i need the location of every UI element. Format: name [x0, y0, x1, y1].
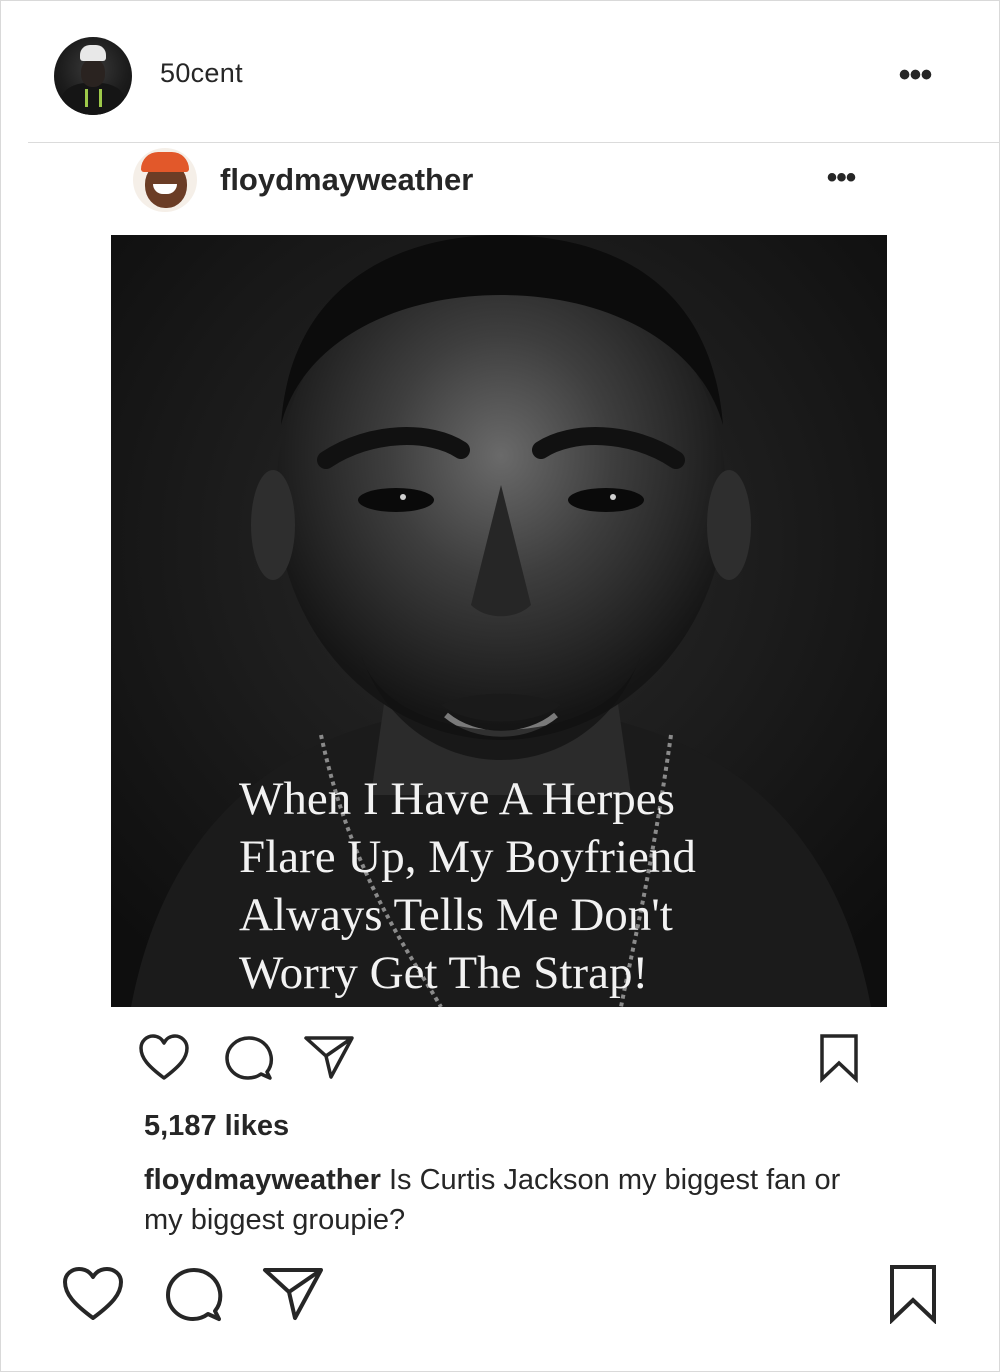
inner-paper-plane-icon[interactable] [303, 1034, 355, 1080]
post-photo[interactable]: When I Have A Herpes Flare Up, My Boyfri… [111, 235, 887, 1007]
avatar-hood-shape [62, 83, 124, 115]
inner-more-options-icon[interactable]: ••• [818, 163, 864, 193]
image-text-line: Always Tells Me Don't [239, 889, 673, 941]
post-caption: floydmayweather Is Curtis Jackson my big… [144, 1160, 864, 1240]
avatar-hood-string [85, 89, 88, 107]
image-text-line: When I Have A Herpes [239, 773, 675, 825]
likes-count[interactable]: 5,187 likes [144, 1110, 289, 1143]
image-text-line: Flare Up, My Boyfriend [239, 831, 696, 883]
outer-heart-icon[interactable] [62, 1266, 124, 1322]
caption-author-link[interactable]: floydmayweather [144, 1164, 381, 1196]
inner-heart-icon[interactable] [138, 1034, 190, 1082]
outer-username-link[interactable]: 50cent [160, 58, 243, 89]
image-text-line: Worry Get The Strap! [239, 947, 649, 999]
outer-comment-bubble-icon[interactable] [164, 1266, 224, 1326]
inner-profile-avatar[interactable] [133, 148, 197, 212]
outer-post-header: 50cent ••• [0, 0, 1000, 142]
image-overlay-text: When I Have A Herpes Flare Up, My Boyfri… [239, 770, 879, 1002]
avatar-face-shape [81, 59, 105, 87]
inner-comment-bubble-icon[interactable] [224, 1034, 274, 1084]
outer-bookmark-icon[interactable] [888, 1264, 938, 1324]
header-divider [28, 142, 1000, 143]
inner-bookmark-icon[interactable] [818, 1033, 860, 1083]
outer-more-options-icon[interactable]: ••• [893, 58, 937, 92]
outer-paper-plane-icon[interactable] [262, 1266, 324, 1322]
avatar-hood-string [99, 89, 102, 107]
outer-profile-avatar[interactable] [54, 37, 132, 115]
avatar-cap-shape [80, 45, 106, 61]
inner-username-link[interactable]: floydmayweather [220, 162, 473, 198]
avatar-cap-shape [141, 152, 189, 172]
